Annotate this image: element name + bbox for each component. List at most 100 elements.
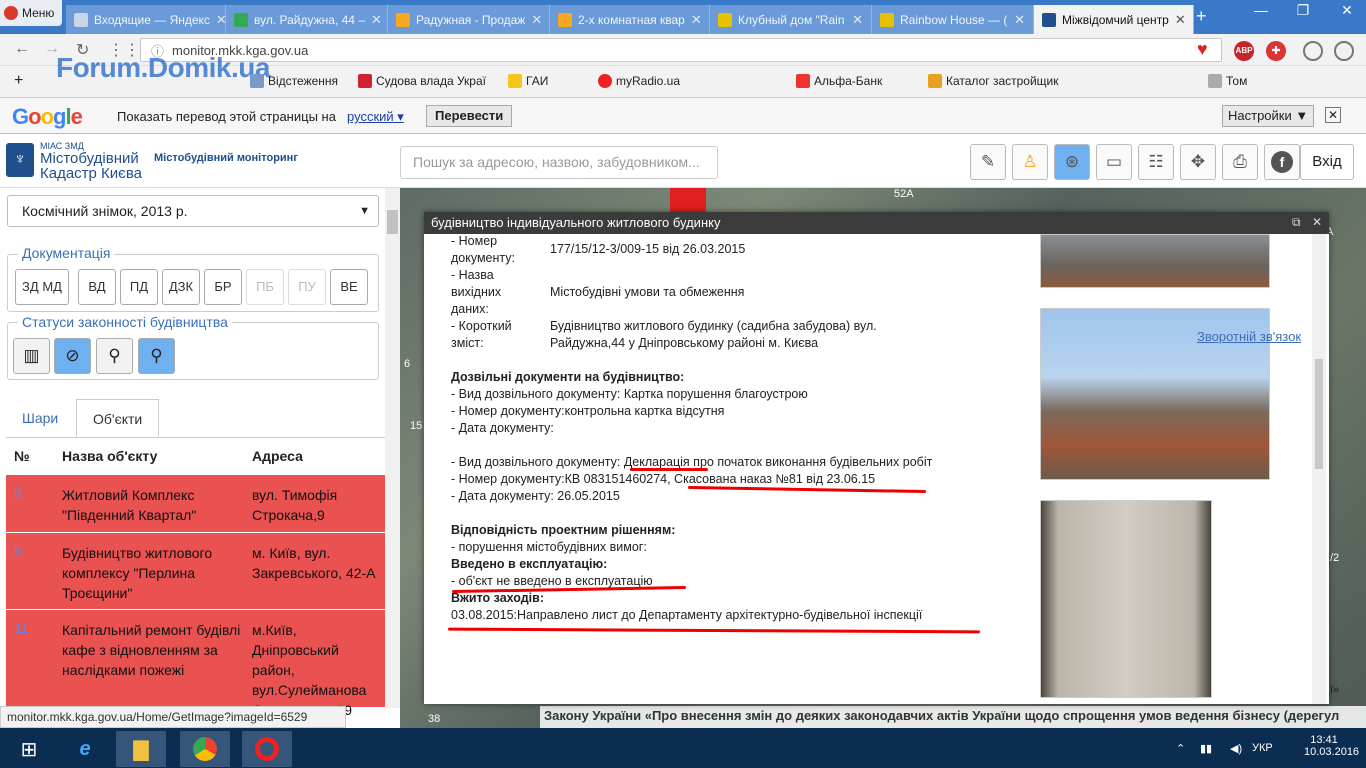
close-icon[interactable]: ✕: [1175, 12, 1186, 28]
close-icon[interactable]: ✕: [531, 12, 542, 28]
close-window-button[interactable]: ✕: [1332, 2, 1362, 19]
add-bookmark-icon[interactable]: +: [14, 72, 23, 90]
tab-yandex-mail[interactable]: Входящие — Яндекс ✕: [66, 5, 226, 34]
menu-label: Меню: [22, 6, 55, 20]
doc-button-zd-md[interactable]: ЗД МД: [15, 269, 69, 305]
close-icon[interactable]: ✕: [1014, 12, 1025, 28]
tab-layers[interactable]: Шари: [6, 399, 74, 437]
bookmark-icon: [250, 74, 264, 88]
kadastr-icon: [1042, 12, 1056, 27]
sidebar-scrollbar[interactable]: [385, 188, 400, 708]
print-icon[interactable]: ⎙: [1222, 144, 1258, 180]
no-construction-icon[interactable]: ⊘: [54, 338, 91, 374]
translate-prompt: Показать перевод этой страницы на: [117, 109, 336, 124]
search-input[interactable]: Пошук за адресою, назвою, забудовником..…: [400, 146, 718, 179]
popup-scrollbar[interactable]: [1312, 234, 1326, 704]
url-bar[interactable]: ⓘ monitor.mkk.kga.gov.ua: [140, 38, 1222, 62]
input-language[interactable]: УКР: [1252, 742, 1273, 754]
scrollbar-thumb[interactable]: [387, 210, 398, 234]
ruler-icon[interactable]: ▭: [1096, 144, 1132, 180]
olx-icon: [558, 12, 572, 27]
shield-icon[interactable]: ✚: [1266, 41, 1286, 61]
close-icon[interactable]: ✕: [852, 12, 863, 28]
bookmark-myradio[interactable]: myRadio.ua: [598, 74, 680, 88]
close-icon[interactable]: ✕: [216, 12, 225, 28]
close-icon[interactable]: ✕: [1325, 107, 1341, 123]
tab-rainbow-house[interactable]: Rainbow House — (✕: [872, 5, 1034, 34]
move-icon[interactable]: ✥: [1180, 144, 1216, 180]
tab-active-kadastr[interactable]: Міжвідомчий центр ✕: [1034, 5, 1194, 34]
scrollbar-thumb[interactable]: [1315, 359, 1323, 469]
bookmark-tracking[interactable]: Відстеження: [250, 74, 338, 88]
annotation-underline: [630, 468, 708, 471]
facebook-icon[interactable]: f: [1264, 144, 1300, 180]
close-icon[interactable]: ✕: [371, 12, 382, 28]
status-title: Статуси законності будівництва: [18, 314, 232, 330]
opera-icon[interactable]: [242, 731, 292, 767]
tab-club-house[interactable]: Клубный дом "Rain ✕: [710, 5, 872, 34]
bookmark-court[interactable]: Судова влада Украї: [358, 74, 486, 88]
layers-tree-icon[interactable]: ☷: [1138, 144, 1174, 180]
table-row[interactable]: 5 Житловий Комплекс "Південний Квартал" …: [6, 475, 385, 533]
doc-button-vd[interactable]: ВД: [78, 269, 116, 305]
bookmark-alfabank[interactable]: Альфа-Банк: [796, 74, 882, 88]
download-icon[interactable]: [1303, 41, 1323, 61]
site-logo-title[interactable]: Містобудівний Кадастр Києва: [40, 151, 142, 181]
back-icon[interactable]: ←: [14, 40, 30, 58]
translate-language-select[interactable]: русский ▾: [347, 109, 404, 125]
maximize-icon[interactable]: ⧉: [1292, 215, 1301, 230]
tray-chevron-icon[interactable]: ⌃: [1176, 742, 1185, 755]
edit-icon[interactable]: ✎: [970, 144, 1006, 180]
adblock-icon[interactable]: ABP: [1234, 41, 1254, 61]
browser-menu-button[interactable]: Меню: [0, 0, 62, 26]
bookmark-gai[interactable]: ГАИ: [508, 74, 548, 88]
windows-start-icon[interactable]: ⊞: [4, 731, 54, 767]
tab-olx-1[interactable]: Радужная - Продаж ✕: [388, 5, 550, 34]
maximize-button[interactable]: ❐: [1288, 2, 1318, 19]
close-icon[interactable]: ✕: [691, 12, 702, 28]
map-label: /2: [1330, 552, 1340, 564]
doc-button-ve[interactable]: ВЕ: [330, 269, 368, 305]
feedback-link[interactable]: Зворотній зв'язок: [1197, 329, 1301, 344]
search-question-icon[interactable]: ⚲: [138, 338, 175, 374]
basemap-select[interactable]: Космічний знімок, 2013 р. ▼: [7, 195, 379, 227]
doc-button-br[interactable]: БР: [204, 269, 242, 305]
documentation-title: Документація: [18, 245, 115, 261]
construction-crane-icon[interactable]: ▥: [13, 338, 50, 374]
bank-icon: [796, 74, 810, 88]
minimize-button[interactable]: —: [1246, 2, 1276, 18]
doc-button-pu[interactable]: ПУ: [288, 269, 326, 305]
doc-button-dzk[interactable]: ДЗК: [162, 269, 200, 305]
tab-maps[interactable]: вул. Райдужна, 44 – ✕: [226, 5, 388, 34]
network-icon[interactable]: ▮▮: [1200, 742, 1212, 755]
tab-objects[interactable]: Об'єкти: [76, 399, 160, 437]
compass-icon[interactable]: ⊛: [1054, 144, 1090, 180]
volume-icon[interactable]: ◀): [1230, 742, 1242, 755]
clock[interactable]: 13:41 10.03.2016: [1304, 734, 1359, 758]
table-row[interactable]: 11 Капітальний ремонт будівлі кафе з від…: [6, 610, 385, 718]
heart-icon[interactable]: ♥: [1197, 39, 1208, 60]
table-row[interactable]: 6 Будівництво житлового комплексу "Перли…: [6, 533, 385, 610]
tab-olx-2[interactable]: 2-х комнатная квар ✕: [550, 5, 710, 34]
doc-button-pb[interactable]: ПБ: [246, 269, 284, 305]
source-data-value: Містобудівні умови та обмеження: [550, 285, 745, 299]
street-view-icon[interactable]: ♙: [1012, 144, 1048, 180]
internet-explorer-icon[interactable]: e: [60, 731, 110, 767]
new-tab-button[interactable]: +: [1196, 6, 1207, 27]
objects-table-header: № Назва об'єкту Адреса: [6, 437, 385, 475]
login-button[interactable]: Вхід: [1300, 144, 1354, 180]
close-icon[interactable]: ✕: [1312, 215, 1322, 229]
document-scan-photo[interactable]: [1040, 500, 1212, 698]
magnifier-icon[interactable]: ⚲: [96, 338, 133, 374]
map-label: 15: [410, 420, 423, 432]
doc-button-pd[interactable]: ПД: [120, 269, 158, 305]
bookmark-catalog[interactable]: Каталог застройщик: [928, 74, 1059, 88]
bookmark-icon: [358, 74, 372, 88]
translate-settings-button[interactable]: Настройки ▼: [1222, 105, 1314, 127]
file-explorer-icon[interactable]: ▇: [116, 731, 166, 767]
account-icon[interactable]: [1334, 41, 1354, 61]
construction-photo[interactable]: [1040, 234, 1270, 288]
translate-button[interactable]: Перевести: [426, 105, 513, 127]
bookmark-tom[interactable]: Том: [1208, 74, 1247, 88]
chrome-icon[interactable]: [180, 731, 230, 767]
